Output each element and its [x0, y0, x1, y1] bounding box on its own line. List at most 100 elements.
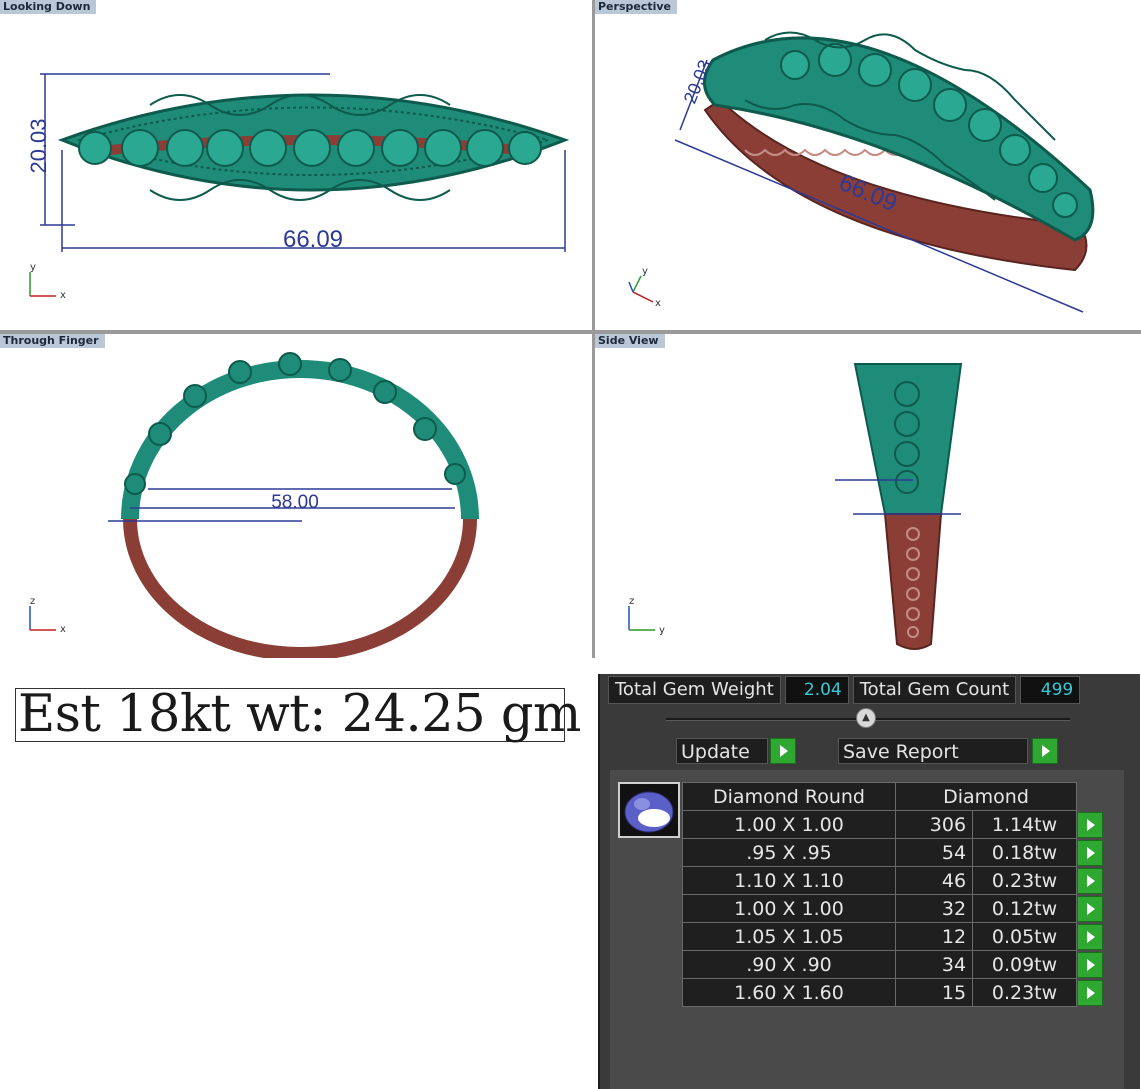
play-triangle-icon	[1087, 930, 1095, 943]
gem-size-cell: 1.00 X 1.00	[682, 894, 896, 923]
gem-table: Diamond Round Diamond 1.00 X 1.00 306 1.14…	[682, 782, 1106, 1007]
bezel-settings	[78, 129, 542, 167]
viewport-divider-vertical[interactable]	[592, 0, 595, 658]
axis-y-label: y	[30, 262, 36, 273]
play-triangle-icon	[1087, 846, 1095, 859]
total-gem-weight-label: Total Gem Weight	[608, 676, 781, 704]
round-diamond-icon[interactable]	[618, 782, 680, 838]
row-play-icon[interactable]	[1077, 867, 1103, 894]
update-run-icon[interactable]	[770, 738, 796, 764]
gem-size-cell: .90 X .90	[682, 950, 896, 979]
row-play-icon[interactable]	[1077, 895, 1103, 922]
gem-count-cell: 12	[894, 922, 974, 951]
axis-gizmo: z y	[628, 596, 665, 636]
axis-gizmo: z x	[29, 596, 66, 635]
collapse-handle-icon[interactable]: ▲	[856, 708, 876, 728]
table-row[interactable]: 1.00 X 1.00 32 0.12tw	[682, 894, 1106, 923]
axis-y-label: y	[659, 625, 665, 636]
gem-weight-cell: 0.23tw	[972, 866, 1077, 895]
row-play-icon[interactable]	[1077, 839, 1103, 866]
row-action-cell	[1077, 811, 1106, 839]
axis-gizmo: y x	[29, 262, 66, 301]
row-play-icon[interactable]	[1077, 811, 1103, 838]
perspective-canvas: 66.09 20.03 y x	[628, 31, 1095, 313]
gem-count-cell: 46	[894, 866, 974, 895]
gem-size-cell: 1.05 X 1.05	[682, 922, 896, 951]
viewport-title[interactable]: Side View	[595, 334, 665, 348]
play-triangle-icon	[1087, 986, 1095, 999]
axis-z-label: z	[30, 596, 35, 607]
viewport-side-view[interactable]: z y Side View	[595, 334, 1141, 658]
save-report-button[interactable]: Save Report	[838, 738, 1028, 764]
update-button[interactable]: Update	[676, 738, 768, 764]
table-row[interactable]: 1.10 X 1.10 46 0.23tw	[682, 866, 1106, 895]
play-triangle-icon	[1087, 874, 1095, 887]
row-play-icon[interactable]	[1077, 979, 1103, 1006]
table-row[interactable]: 1.05 X 1.05 12 0.05tw	[682, 922, 1106, 951]
table-row[interactable]: 1.60 X 1.60 15 0.23tw	[682, 978, 1106, 1007]
row-action-cell	[1077, 951, 1106, 979]
table-row[interactable]: .90 X .90 34 0.09tw	[682, 950, 1106, 979]
width-dimension-label: 66.09	[283, 226, 343, 253]
viewport-divider-horizontal[interactable]	[0, 330, 1141, 334]
gem-count-cell: 54	[894, 838, 974, 867]
bangle-bottom-half	[123, 518, 477, 658]
axis-x-label: x	[60, 624, 66, 635]
gem-weight-cell: 0.05tw	[972, 922, 1077, 951]
row-action-cell	[1077, 923, 1106, 951]
gem-size-cell: 1.60 X 1.60	[682, 978, 896, 1007]
gem-count-cell: 32	[894, 894, 974, 923]
gem-count-cell: 34	[894, 950, 974, 979]
play-triangle-icon	[1087, 902, 1095, 915]
row-action-cell	[1077, 895, 1106, 923]
axis-gizmo: y x	[628, 266, 661, 309]
viewport-title[interactable]: Through Finger	[0, 334, 105, 348]
side-bottom-section	[883, 513, 943, 650]
estimated-weight-label: Est 18kt wt: 24.25 gm	[15, 688, 581, 742]
play-triangle-icon	[1087, 818, 1095, 831]
axis-x-label: x	[655, 298, 661, 309]
gem-table-body: 1.00 X 1.00 306 1.14tw .95 X .95 54 0.18tw 1.1…	[682, 810, 1106, 1007]
diamond-thumbnail	[624, 791, 674, 833]
looking-down-canvas: 20.03 66.09 y x	[26, 73, 570, 301]
gem-table-area: Diamond Round Diamond 1.00 X 1.00 306 1.14…	[610, 770, 1124, 1089]
row-play-icon[interactable]	[1077, 923, 1103, 950]
total-gem-count-label: Total Gem Count	[852, 676, 1017, 704]
gem-weight-cell: 1.14tw	[972, 810, 1077, 839]
gem-size-cell: 1.10 X 1.10	[682, 866, 896, 895]
side-top-section	[853, 363, 963, 515]
gem-totals: Total Gem Weight 2.04 Total Gem Count 49…	[608, 676, 1081, 704]
gem-count-cell: 306	[894, 810, 974, 839]
gem-size-cell: 1.00 X 1.00	[682, 810, 896, 839]
axis-z-label: z	[629, 596, 634, 607]
axis-x-label: x	[60, 290, 66, 301]
gem-report-panel: Total Gem Weight 2.04 Total Gem Count 49…	[598, 674, 1140, 1089]
row-action-cell	[1077, 839, 1106, 867]
table-row[interactable]: 1.00 X 1.00 306 1.14tw	[682, 810, 1106, 839]
viewport-through-finger[interactable]: 58.00 z x Through Finger	[0, 334, 592, 658]
gem-weight-cell: 0.23tw	[972, 978, 1077, 1007]
column-header-shape: Diamond Round	[682, 782, 896, 811]
viewport-looking-down[interactable]: 20.03 66.09 y x Looking Down	[0, 0, 592, 330]
total-gem-weight-value: 2.04	[784, 676, 849, 704]
total-gem-count-value: 499	[1020, 676, 1081, 704]
column-header-type: Diamond	[895, 782, 1077, 811]
viewport-perspective[interactable]: 66.09 20.03 y x Perspective	[595, 0, 1141, 330]
side-view-canvas: z y	[628, 363, 963, 650]
row-action-cell	[1077, 867, 1106, 895]
gem-weight-cell: 0.09tw	[972, 950, 1077, 979]
inner-diameter-label: 58.00	[271, 492, 319, 513]
gem-weight-cell: 0.12tw	[972, 894, 1077, 923]
gem-count-cell: 15	[894, 978, 974, 1007]
gem-weight-cell: 0.18tw	[972, 838, 1077, 867]
viewport-title[interactable]: Looking Down	[0, 0, 97, 14]
height-dimension-label: 20.03	[26, 118, 51, 173]
axis-y-label: y	[642, 266, 648, 277]
play-triangle-icon	[1087, 958, 1095, 971]
table-row[interactable]: .95 X .95 54 0.18tw	[682, 838, 1106, 867]
gem-size-cell: .95 X .95	[682, 838, 896, 867]
row-action-cell	[1077, 979, 1106, 1007]
viewport-title[interactable]: Perspective	[595, 0, 678, 14]
save-report-run-icon[interactable]	[1032, 738, 1058, 764]
row-play-icon[interactable]	[1077, 951, 1103, 978]
